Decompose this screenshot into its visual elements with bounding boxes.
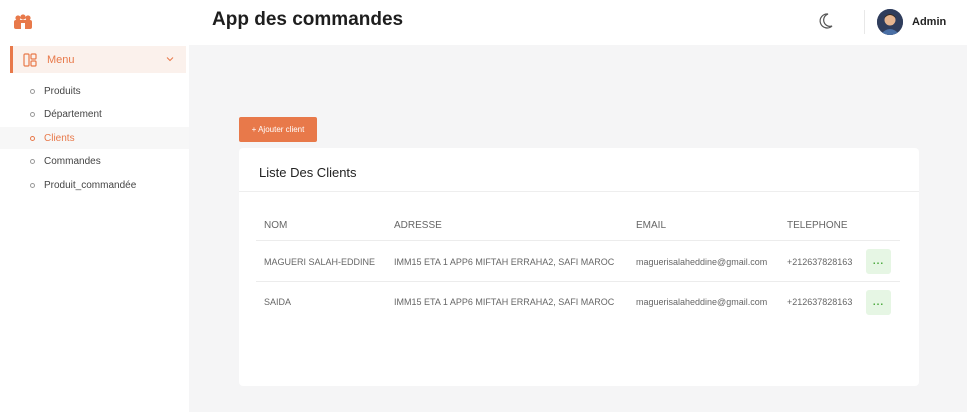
- bullet-icon: [30, 158, 35, 164]
- cell-telephone: +212637828163: [787, 297, 853, 307]
- header: App des commandes Admin: [189, 0, 967, 45]
- bullet-icon: [30, 111, 35, 117]
- divider: [239, 191, 919, 192]
- sidebar-item-label: Produits: [44, 85, 81, 97]
- menu-label: Menu: [47, 53, 75, 66]
- sidebar-item-commandes[interactable]: Commandes: [0, 150, 189, 172]
- column-header-nom[interactable]: NOM: [264, 220, 287, 231]
- chevron-down-icon: [166, 57, 174, 62]
- moon-icon[interactable]: [818, 12, 834, 30]
- sidebar-item-label: Commandes: [44, 155, 101, 167]
- row-actions-button[interactable]: ...: [866, 249, 891, 274]
- clients-card: Liste Des Clients NOM ADRESSE EMAIL TELE…: [239, 148, 919, 386]
- avatar[interactable]: [877, 9, 903, 35]
- column-header-email[interactable]: EMAIL: [636, 220, 666, 231]
- user-avatar-icon: [877, 9, 903, 35]
- column-header-telephone[interactable]: TELEPHONE: [787, 220, 848, 231]
- sidebar-item-label: Produit_commandée: [44, 179, 137, 191]
- sidebar-item-clients[interactable]: Clients: [0, 127, 189, 149]
- menu-toggle[interactable]: Menu: [10, 46, 186, 73]
- sidebar-item-produits[interactable]: Produits: [0, 80, 189, 102]
- cell-nom: SAIDA: [264, 297, 292, 307]
- sidebar-item-produit-commandee[interactable]: Produit_commandée: [0, 174, 189, 196]
- cell-email: maguerisalaheddine@gmail.com: [636, 257, 768, 267]
- column-header-adresse[interactable]: ADRESSE: [394, 220, 442, 231]
- cell-adresse: IMM15 ETA 1 APP6 MIFTAH ERRAHA2, SAFI MA…: [394, 297, 615, 307]
- page-title: App des commandes: [212, 9, 404, 30]
- cell-nom: MAGUERI SALAH-EDDINE: [264, 257, 376, 267]
- divider: [256, 240, 900, 241]
- sidebar-item-label: Clients: [44, 132, 75, 144]
- card-title: Liste Des Clients: [259, 165, 357, 180]
- app-logo-icon[interactable]: [13, 14, 33, 30]
- cell-email: maguerisalaheddine@gmail.com: [636, 297, 768, 307]
- add-client-button[interactable]: + Ajouter client: [239, 117, 317, 142]
- bullet-icon: [30, 135, 35, 141]
- grid-icon: [23, 52, 37, 67]
- sidebar: Menu Produits Département Clients Comman…: [0, 0, 189, 412]
- row-actions-button[interactable]: ...: [866, 290, 891, 315]
- sidebar-item-label: Département: [44, 108, 102, 120]
- cell-telephone: +212637828163: [787, 257, 853, 267]
- divider: [864, 10, 865, 34]
- bullet-icon: [30, 182, 35, 188]
- bullet-icon: [30, 88, 35, 94]
- sidebar-item-departement[interactable]: Département: [0, 103, 189, 125]
- user-name[interactable]: Admin: [912, 16, 946, 28]
- cell-adresse: IMM15 ETA 1 APP6 MIFTAH ERRAHA2, SAFI MA…: [394, 257, 615, 267]
- divider: [256, 281, 900, 282]
